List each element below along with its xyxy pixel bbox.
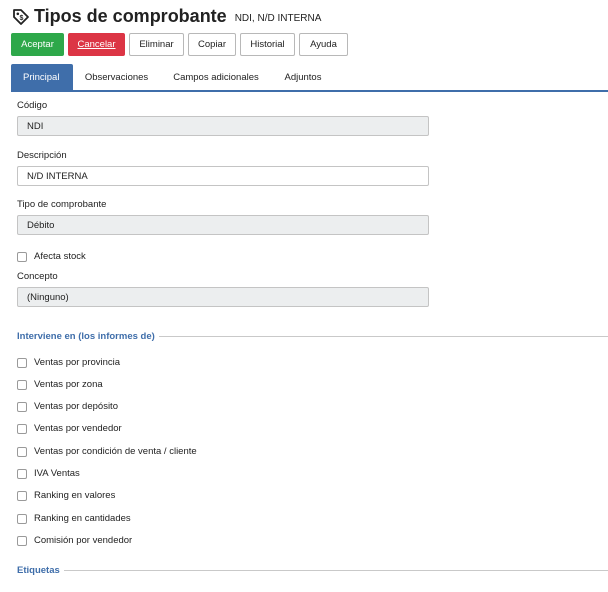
check-row-iva-ventas[interactable]: IVA Ventas	[17, 468, 80, 479]
checkbox-label: Ventas por condición de venta / cliente	[34, 446, 197, 457]
page-subtitle: NDI, N/D INTERNA	[234, 13, 322, 24]
etiquetas-section-label: Etiquetas	[17, 565, 60, 576]
descripcion-label: Descripción	[17, 150, 67, 161]
section-divider	[63, 570, 608, 571]
tab-observaciones[interactable]: Observaciones	[73, 64, 160, 90]
descripcion-field[interactable]: N/D INTERNA	[17, 166, 429, 186]
accept-button[interactable]: Aceptar	[11, 33, 64, 56]
checkbox-label: Ventas por vendedor	[34, 423, 122, 434]
checkbox[interactable]	[17, 446, 27, 457]
checkbox[interactable]	[17, 490, 27, 501]
codigo-field[interactable]: NDI	[17, 116, 429, 136]
section-divider	[158, 336, 608, 337]
copy-button-label: Copiar	[198, 39, 226, 50]
checkbox[interactable]	[17, 423, 27, 434]
tipo-comprobante-label: Tipo de comprobante	[17, 199, 107, 210]
delete-button-label: Eliminar	[139, 39, 174, 50]
history-button[interactable]: Historial	[240, 33, 295, 56]
checkbox-label: IVA Ventas	[34, 468, 80, 479]
tab-adjuntos[interactable]: Adjuntos	[272, 64, 334, 90]
concepto-label: Concepto	[17, 271, 58, 282]
interviene-section-label: Interviene en (los informes de)	[17, 331, 155, 342]
codigo-label: Código	[17, 100, 48, 111]
check-row-ranking-valores[interactable]: Ranking en valores	[17, 490, 115, 501]
toolbar: Aceptar Cancelar Eliminar Copiar Histori…	[11, 33, 348, 56]
check-row-ranking-cantidades[interactable]: Ranking en cantidades	[17, 513, 131, 524]
check-row-ventas-vendedor[interactable]: Ventas por vendedor	[17, 423, 122, 434]
checkbox-label: Ventas por depósito	[34, 401, 118, 412]
interviene-section-header: Interviene en (los informes de)	[17, 331, 608, 342]
tab-bar: Principal Observaciones Campos adicional…	[11, 64, 608, 92]
check-row-ventas-zona[interactable]: Ventas por zona	[17, 379, 103, 390]
checkbox[interactable]	[17, 468, 27, 479]
svg-text:$: $	[20, 15, 24, 22]
afecta-stock-label: Afecta stock	[34, 251, 86, 262]
tab-campos-adicionales[interactable]: Campos adicionales	[160, 64, 272, 90]
page-header: $ Tipos de comprobante NDI, N/D INTERNA	[11, 6, 321, 27]
cancel-button-label: Cancelar	[77, 39, 116, 50]
etiquetas-section-header: Etiquetas	[17, 565, 608, 576]
checkbox[interactable]	[17, 513, 27, 524]
concepto-field[interactable]: (Ninguno)	[17, 287, 429, 307]
check-row-ventas-deposito[interactable]: Ventas por depósito	[17, 401, 118, 412]
checkbox-label: Comisión por vendedor	[34, 535, 133, 546]
copy-button[interactable]: Copiar	[188, 33, 236, 56]
checkbox[interactable]	[17, 379, 27, 390]
afecta-stock-checkbox[interactable]	[17, 251, 27, 262]
delete-button[interactable]: Eliminar	[129, 33, 184, 56]
checkbox[interactable]	[17, 535, 27, 546]
help-button[interactable]: Ayuda	[299, 33, 348, 56]
cancel-button[interactable]: Cancelar	[68, 33, 125, 56]
checkbox-label: Ventas por provincia	[34, 357, 121, 368]
checkbox-label: Ranking en valores	[34, 490, 116, 501]
tag-icon: $	[11, 7, 31, 27]
page-title: Tipos de comprobante	[34, 6, 227, 26]
afecta-stock-checkbox-row[interactable]: Afecta stock	[17, 251, 86, 262]
checkbox-label: Ventas por zona	[34, 379, 103, 390]
checkbox[interactable]	[17, 401, 27, 412]
tipo-comprobante-field[interactable]: Débito	[17, 215, 429, 235]
checkbox-label: Ranking en cantidades	[34, 513, 131, 524]
check-row-ventas-condicion[interactable]: Ventas por condición de venta / cliente	[17, 446, 197, 457]
check-row-comision-vendedor[interactable]: Comisión por vendedor	[17, 535, 132, 546]
check-row-ventas-provincia[interactable]: Ventas por provincia	[17, 357, 120, 368]
tab-principal[interactable]: Principal	[11, 64, 73, 90]
checkbox[interactable]	[17, 357, 27, 368]
